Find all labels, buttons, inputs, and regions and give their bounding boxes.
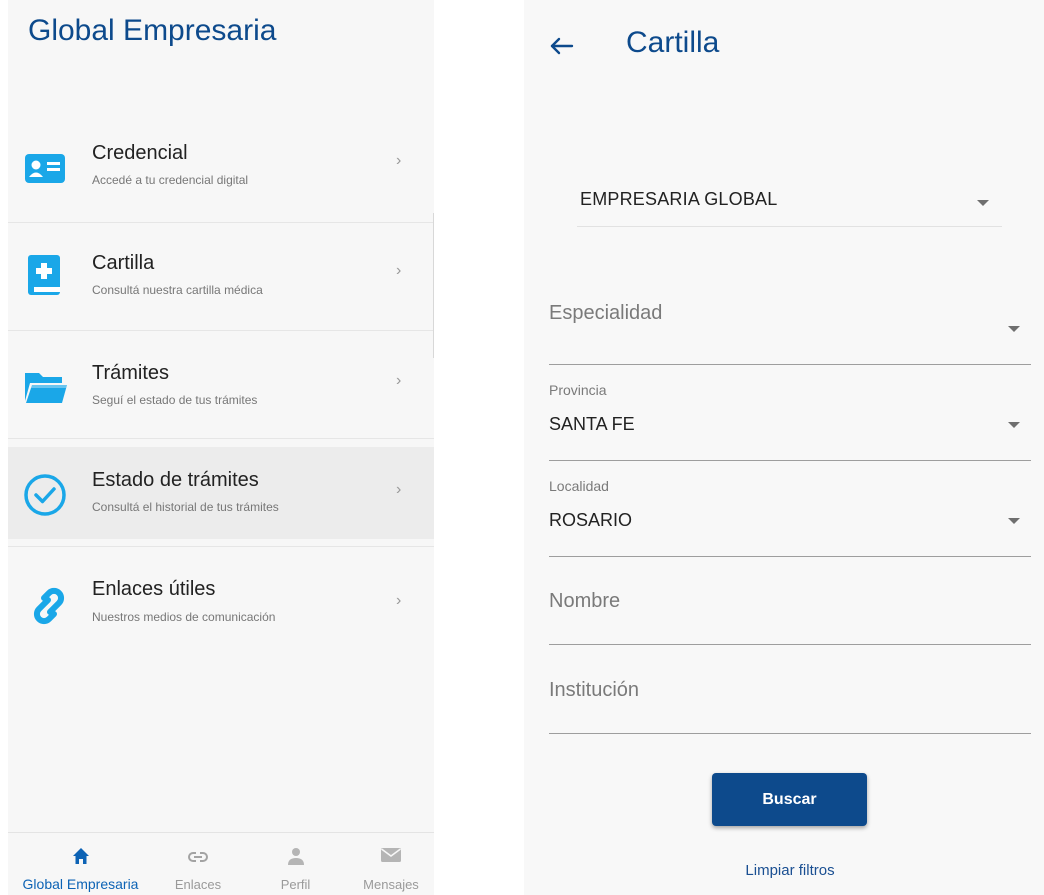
- dropdown-arrow-icon: [977, 200, 989, 206]
- provincia-label: Provincia: [549, 382, 607, 398]
- provincia-value: SANTA FE: [549, 414, 635, 434]
- localidad-label: Localidad: [549, 478, 609, 494]
- mail-icon: [381, 848, 401, 862]
- especialidad-placeholder: Especialidad: [549, 302, 663, 324]
- dropdown-arrow-icon: [1008, 326, 1020, 332]
- localidad-value: ROSARIO: [549, 510, 633, 530]
- medical-book-icon: [28, 255, 60, 295]
- menu-item-subtitle: Seguí el estado de tus trámites: [92, 393, 258, 407]
- divider: [8, 438, 434, 439]
- dropdown-arrow-icon: [1008, 518, 1020, 524]
- chevron-right-icon: ›: [396, 372, 402, 389]
- menu-item-credencial[interactable]: Credencial Accedé a tu credencial digita…: [8, 114, 434, 222]
- nombre-placeholder: Nombre: [549, 590, 621, 612]
- localidad-select[interactable]: Localidad ROSARIO: [549, 472, 1031, 557]
- especialidad-select[interactable]: Especialidad: [549, 290, 1031, 365]
- folder-icon: [25, 373, 67, 403]
- menu-item-subtitle: Consultá nuestra cartilla médica: [92, 283, 263, 297]
- menu-item-title: Enlaces útiles: [92, 578, 216, 600]
- check-circle-icon: [24, 474, 66, 516]
- nav-item-perfil[interactable]: Perfil: [258, 833, 333, 895]
- limpiar-filtros-link[interactable]: Limpiar filtros: [714, 862, 866, 879]
- plan-select-value: EMPRESARIA GLOBAL: [580, 189, 778, 209]
- link-icon: [33, 587, 65, 625]
- menu-item-title: Credencial: [92, 142, 188, 164]
- nav-item-global-empresaria[interactable]: Global Empresaria: [8, 833, 153, 895]
- menu-item-title: Cartilla: [92, 252, 155, 274]
- plan-select[interactable]: EMPRESARIA GLOBAL: [577, 180, 1002, 227]
- scrollbar[interactable]: [433, 213, 434, 358]
- menu-item-subtitle: Accedé a tu credencial digital: [92, 173, 249, 187]
- menu-item-title: Trámites: [92, 362, 170, 384]
- app-title: Global Empresaria: [28, 14, 277, 47]
- nav-item-enlaces[interactable]: Enlaces: [158, 833, 238, 895]
- nav-item-mensajes[interactable]: Mensajes: [348, 833, 434, 895]
- chevron-right-icon: ›: [396, 481, 402, 498]
- menu-item-subtitle: Nuestros medios de comunicación: [92, 610, 276, 624]
- menu-item-title: Estado de trámites: [92, 469, 259, 491]
- institucion-placeholder: Institución: [549, 679, 640, 701]
- chevron-right-icon: ›: [396, 262, 402, 279]
- menu-item-estado-tramites[interactable]: Estado de trámites Consultá el historial…: [8, 447, 434, 539]
- chevron-right-icon: ›: [396, 152, 402, 169]
- menu-item-tramites[interactable]: Trámites Seguí el estado de tus trámites…: [8, 330, 434, 438]
- bottom-navigation: Global Empresaria Enlaces Perfil Mensaje…: [8, 832, 434, 895]
- page-title: Cartilla: [626, 26, 720, 59]
- id-card-icon: [25, 154, 65, 183]
- buscar-button[interactable]: Buscar: [712, 773, 867, 826]
- nombre-input[interactable]: Nombre: [549, 568, 1031, 645]
- nav-label: Global Empresaria: [22, 876, 139, 892]
- link-icon: [188, 852, 208, 862]
- provincia-select[interactable]: Provincia SANTA FE: [549, 376, 1031, 461]
- menu-item-subtitle: Consultá el historial de tus trámites: [92, 500, 279, 514]
- menu-item-enlaces-utiles[interactable]: Enlaces útiles Nuestros medios de comuni…: [8, 546, 434, 654]
- menu-item-cartilla[interactable]: Cartilla Consultá nuestra cartilla médic…: [8, 222, 434, 330]
- nav-label: Perfil: [280, 877, 311, 892]
- nav-label: Mensajes: [363, 877, 419, 892]
- person-icon: [287, 848, 304, 865]
- home-screen: Global Empresaria Credencial Accedé a tu…: [8, 0, 434, 895]
- nav-label: Enlaces: [174, 877, 222, 892]
- cartilla-screen: Cartilla EMPRESARIA GLOBAL Especialidad …: [524, 0, 1044, 895]
- back-arrow-icon[interactable]: [544, 28, 580, 64]
- institucion-input[interactable]: Institución: [549, 656, 1031, 734]
- chevron-right-icon: ›: [396, 592, 402, 609]
- dropdown-arrow-icon: [1008, 422, 1020, 428]
- home-icon: [72, 848, 89, 864]
